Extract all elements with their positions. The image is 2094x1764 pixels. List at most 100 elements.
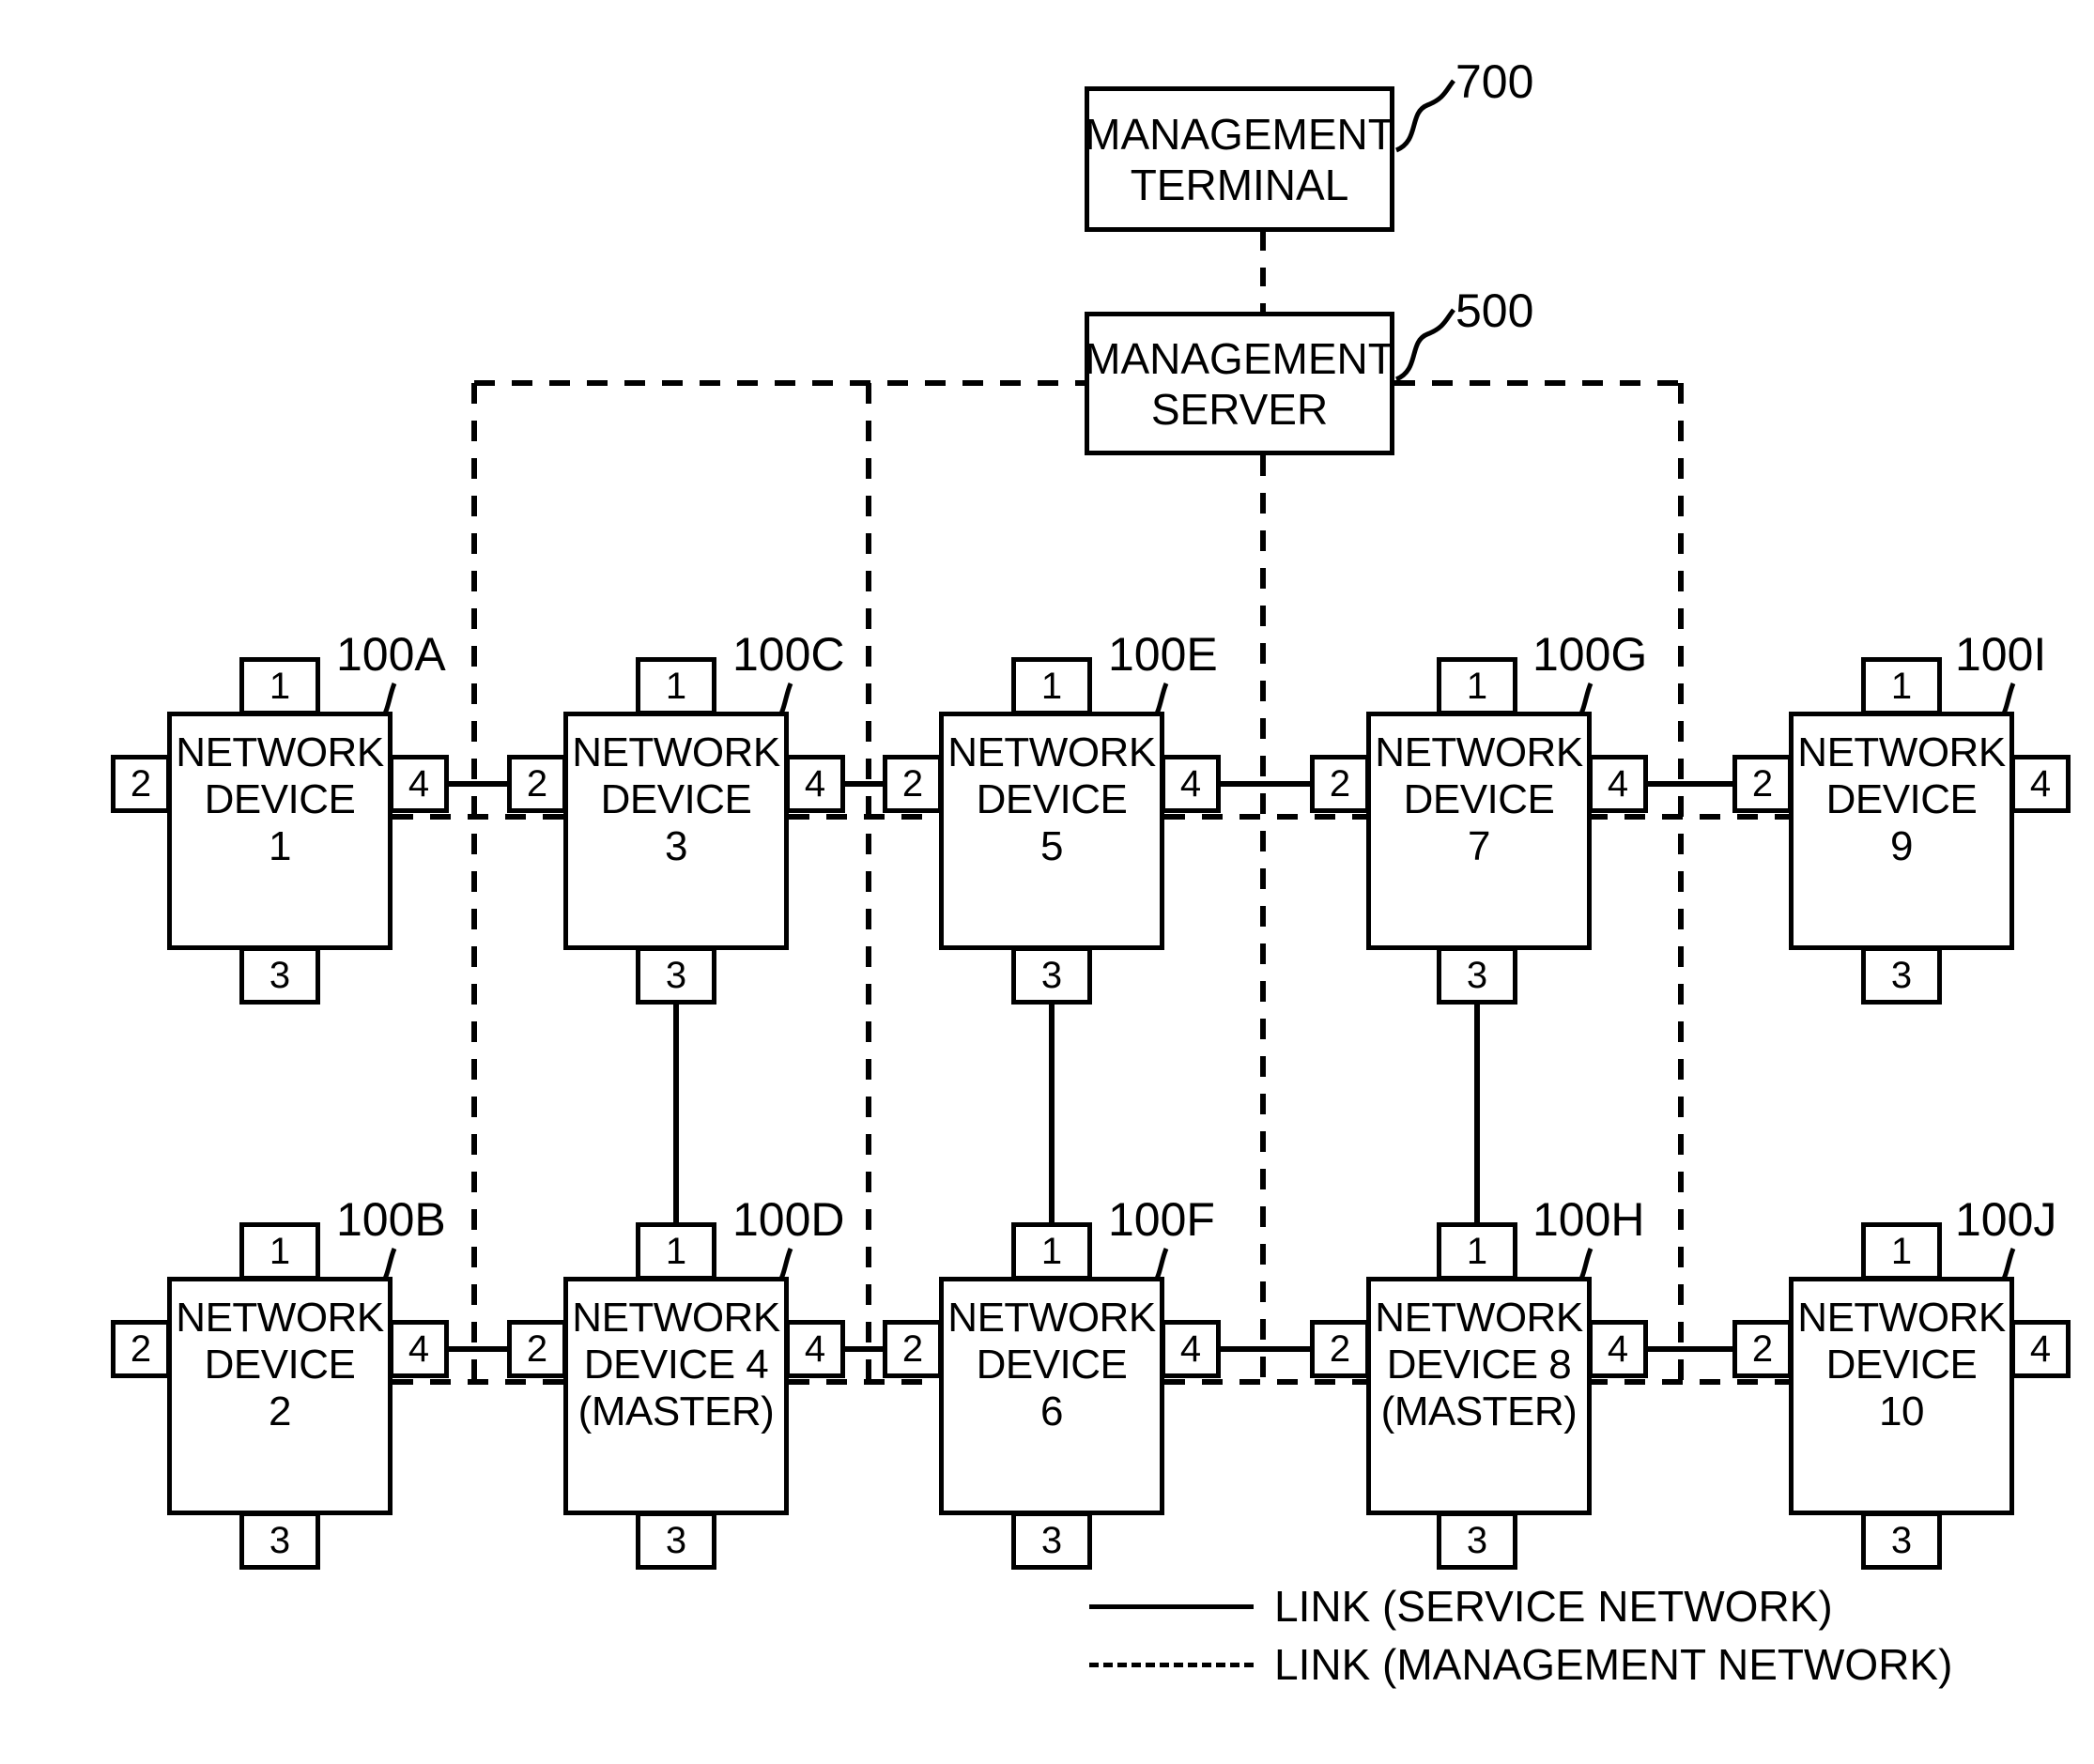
network-device-5-line-2: DEVICE [976,776,1128,822]
network-device-6-line-1: NETWORK [947,1295,1156,1341]
network-device-1-box[interactable]: NETWORK DEVICE 1 [167,712,393,950]
ref-label-100A: 100A [336,628,446,681]
network-device-8-line-3: (MASTER) [1380,1388,1578,1434]
legend: LINK (SERVICE NETWORK) LINK (MANAGEMENT … [1089,1577,1952,1694]
network-device-1-line-2: DEVICE [204,776,356,822]
network-device-4-port-2[interactable]: 2 [507,1320,567,1378]
network-device-6-port-1[interactable]: 1 [1011,1222,1092,1281]
network-device-8-port-3[interactable]: 3 [1437,1511,1517,1570]
network-device-2-line-2: DEVICE [204,1342,356,1388]
network-device-6-port-2[interactable]: 2 [883,1320,943,1378]
legend-row-management-network: LINK (MANAGEMENT NETWORK) [1089,1635,1952,1694]
management-terminal-line-2: TERMINAL [1130,160,1349,209]
network-device-8-port-1[interactable]: 1 [1437,1222,1517,1281]
network-device-2-port-4[interactable]: 4 [389,1320,449,1378]
network-device-10-port-1[interactable]: 1 [1861,1222,1942,1281]
network-device-7-port-4[interactable]: 4 [1588,755,1648,813]
network-device-4-line-1: NETWORK [572,1295,780,1341]
network-device-1-port-3[interactable]: 3 [239,946,320,1005]
legend-label-service-network: LINK (SERVICE NETWORK) [1274,1582,1833,1631]
network-device-3-port-4[interactable]: 4 [785,755,845,813]
network-device-4-box[interactable]: NETWORK DEVICE 4 (MASTER) [563,1277,789,1515]
network-device-3-port-2[interactable]: 2 [507,755,567,813]
network-device-8-port-4[interactable]: 4 [1588,1320,1648,1378]
ref-label-500: 500 [1455,284,1534,337]
network-device-6-port-4[interactable]: 4 [1161,1320,1221,1378]
network-device-4-port-4[interactable]: 4 [785,1320,845,1378]
network-device-5-port-4[interactable]: 4 [1161,755,1221,813]
legend-row-service-network: LINK (SERVICE NETWORK) [1089,1577,1952,1635]
network-device-5-line-3: 5 [1040,823,1063,869]
network-device-9-line-2: DEVICE [1825,776,1978,822]
network-device-3-port-1[interactable]: 1 [636,657,716,715]
legend-dashed-line-sample [1089,1662,1254,1667]
network-device-2-line-1: NETWORK [176,1295,384,1341]
network-device-5-line-1: NETWORK [947,729,1156,775]
network-device-2-port-3[interactable]: 3 [239,1511,320,1570]
network-device-10-port-4[interactable]: 4 [2010,1320,2071,1378]
network-device-10-port-3[interactable]: 3 [1861,1511,1942,1570]
network-device-10-line-2: DEVICE [1825,1342,1978,1388]
network-device-3-line-1: NETWORK [572,729,780,775]
network-device-8-port-2[interactable]: 2 [1310,1320,1370,1378]
ref-label-100B: 100B [336,1193,446,1246]
network-device-3-port-3[interactable]: 3 [636,946,716,1005]
network-device-4-line-2: DEVICE 4 [583,1342,769,1388]
leader-500 [1394,308,1455,382]
network-device-3-line-2: DEVICE [600,776,752,822]
ref-label-100F: 100F [1108,1193,1215,1246]
figure-canvas: MANAGEMENT TERMINAL 700 MANAGEMENT SERVE… [0,0,2094,1764]
network-device-2-port-2[interactable]: 2 [111,1320,171,1378]
network-device-7-port-2[interactable]: 2 [1310,755,1370,813]
network-device-8-line-2: DEVICE 8 [1386,1342,1572,1388]
network-device-5-port-1[interactable]: 1 [1011,657,1092,715]
ref-label-100G: 100G [1532,628,1648,681]
network-device-5-port-3[interactable]: 3 [1011,946,1092,1005]
network-device-5-port-2[interactable]: 2 [883,755,943,813]
network-device-1-port-1[interactable]: 1 [239,657,320,715]
network-device-7-line-1: NETWORK [1375,729,1583,775]
legend-label-management-network: LINK (MANAGEMENT NETWORK) [1274,1640,1953,1689]
network-device-7-line-3: 7 [1468,823,1490,869]
network-device-7-port-3[interactable]: 3 [1437,946,1517,1005]
management-server-box[interactable]: MANAGEMENT SERVER [1085,312,1394,455]
network-device-9-port-1[interactable]: 1 [1861,657,1942,715]
network-device-8-box[interactable]: NETWORK DEVICE 8 (MASTER) [1366,1277,1592,1515]
network-device-6-line-2: DEVICE [976,1342,1128,1388]
network-device-9-port-3[interactable]: 3 [1861,946,1942,1005]
management-server-line-2: SERVER [1150,384,1329,434]
network-device-9-port-2[interactable]: 2 [1732,755,1793,813]
ref-label-100C: 100C [732,628,845,681]
legend-solid-line-sample [1089,1603,1254,1609]
network-device-6-box[interactable]: NETWORK DEVICE 6 [939,1277,1164,1515]
network-device-3-box[interactable]: NETWORK DEVICE 3 [563,712,789,950]
network-device-7-port-1[interactable]: 1 [1437,657,1517,715]
network-device-10-line-1: NETWORK [1797,1295,2006,1341]
ref-label-100I: 100I [1955,628,2047,681]
ref-label-100H: 100H [1532,1193,1645,1246]
network-device-9-port-4[interactable]: 4 [2010,755,2071,813]
management-terminal-box[interactable]: MANAGEMENT TERMINAL [1085,86,1394,232]
network-device-2-box[interactable]: NETWORK DEVICE 2 [167,1277,393,1515]
network-device-8-line-1: NETWORK [1375,1295,1583,1341]
network-device-4-port-3[interactable]: 3 [636,1511,716,1570]
ref-label-100E: 100E [1108,628,1218,681]
network-device-1-line-3: 1 [269,823,291,869]
network-device-2-port-1[interactable]: 1 [239,1222,320,1281]
network-device-4-port-1[interactable]: 1 [636,1222,716,1281]
network-device-9-box[interactable]: NETWORK DEVICE 9 [1789,712,2014,950]
network-device-1-port-4[interactable]: 4 [389,755,449,813]
network-device-4-line-3: (MASTER) [577,1388,775,1434]
leader-700 [1394,79,1455,153]
network-device-6-port-3[interactable]: 3 [1011,1511,1092,1570]
network-device-10-line-3: 10 [1879,1388,1924,1434]
network-device-2-line-3: 2 [269,1388,291,1434]
network-device-9-line-3: 9 [1890,823,1913,869]
network-device-1-port-2[interactable]: 2 [111,755,171,813]
network-device-10-box[interactable]: NETWORK DEVICE 10 [1789,1277,2014,1515]
ref-label-100D: 100D [732,1193,845,1246]
network-device-10-port-2[interactable]: 2 [1732,1320,1793,1378]
network-device-3-line-3: 3 [665,823,687,869]
network-device-5-box[interactable]: NETWORK DEVICE 5 [939,712,1164,950]
network-device-7-box[interactable]: NETWORK DEVICE 7 [1366,712,1592,950]
